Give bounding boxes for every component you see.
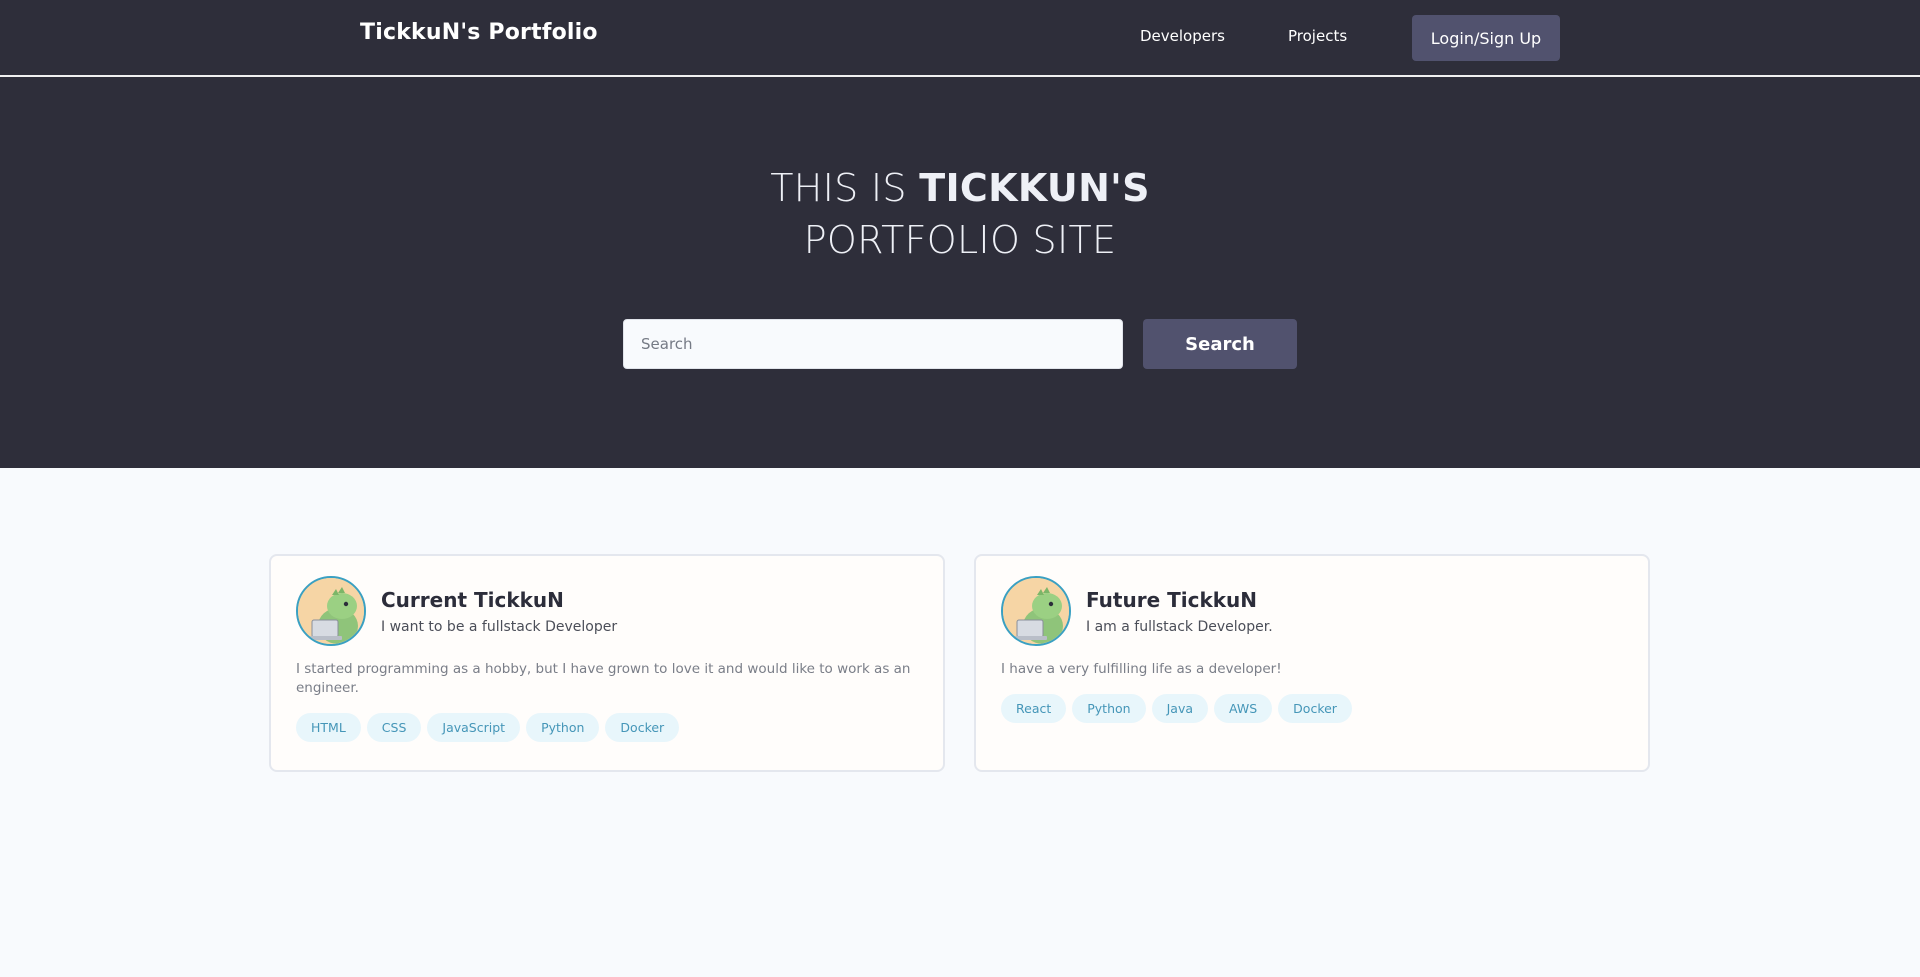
navbar: TickkuN's Portfolio Developers Projects …	[0, 0, 1920, 77]
tag-aws[interactable]: AWS	[1214, 694, 1273, 723]
card-tagline: I am a fullstack Developer.	[1086, 619, 1273, 635]
search-input[interactable]	[623, 319, 1123, 369]
hero-section: THIS IS TICKKUN'S PORTFOLIO SITE Search	[0, 77, 1920, 468]
tag-javascript[interactable]: JavaScript	[427, 713, 521, 742]
tag-python[interactable]: Python	[1072, 694, 1146, 723]
brand-logo-link[interactable]: TickkuN's Portfolio	[360, 20, 598, 45]
developer-card-future[interactable]: Future TickkuN I am a fullstack Develope…	[974, 554, 1650, 772]
card-name: Current TickkuN	[381, 588, 564, 612]
login-signup-button[interactable]: Login/Sign Up	[1412, 15, 1560, 61]
tag-docker[interactable]: Docker	[605, 713, 680, 742]
nav-link-developers[interactable]: Developers	[1140, 27, 1225, 45]
tag-list: HTML CSS JavaScript Python Docker	[296, 713, 680, 742]
tag-react[interactable]: React	[1001, 694, 1067, 723]
card-description: I started programming as a hobby, but I …	[296, 661, 911, 696]
card-name: Future TickkuN	[1086, 588, 1258, 612]
search-button[interactable]: Search	[1143, 319, 1297, 369]
card-description: I have a very fulfilling life as a devel…	[1001, 661, 1282, 677]
tag-list: React Python Java AWS Docker	[1001, 694, 1352, 723]
card-tagline: I want to be a fullstack Developer	[381, 619, 618, 635]
tag-html[interactable]: HTML	[296, 713, 361, 742]
developer-card-current[interactable]: Current TickkuN I want to be a fullstack…	[269, 554, 945, 772]
hero-title: THIS IS TICKKUN'S PORTFOLIO SITE	[0, 162, 1920, 266]
dinosaur-with-laptop-icon	[1001, 576, 1071, 646]
dinosaur-with-laptop-icon	[296, 576, 366, 646]
hero-title-prefix: THIS IS	[770, 166, 920, 210]
hero-title-bold: TICKKUN'S	[919, 166, 1150, 210]
tag-java[interactable]: Java	[1151, 694, 1208, 723]
nav-link-projects[interactable]: Projects	[1288, 27, 1347, 45]
tag-docker[interactable]: Docker	[1278, 694, 1352, 723]
tag-css[interactable]: CSS	[366, 713, 422, 742]
tag-python[interactable]: Python	[526, 713, 600, 742]
hero-title-line2: PORTFOLIO SITE	[803, 218, 1117, 262]
